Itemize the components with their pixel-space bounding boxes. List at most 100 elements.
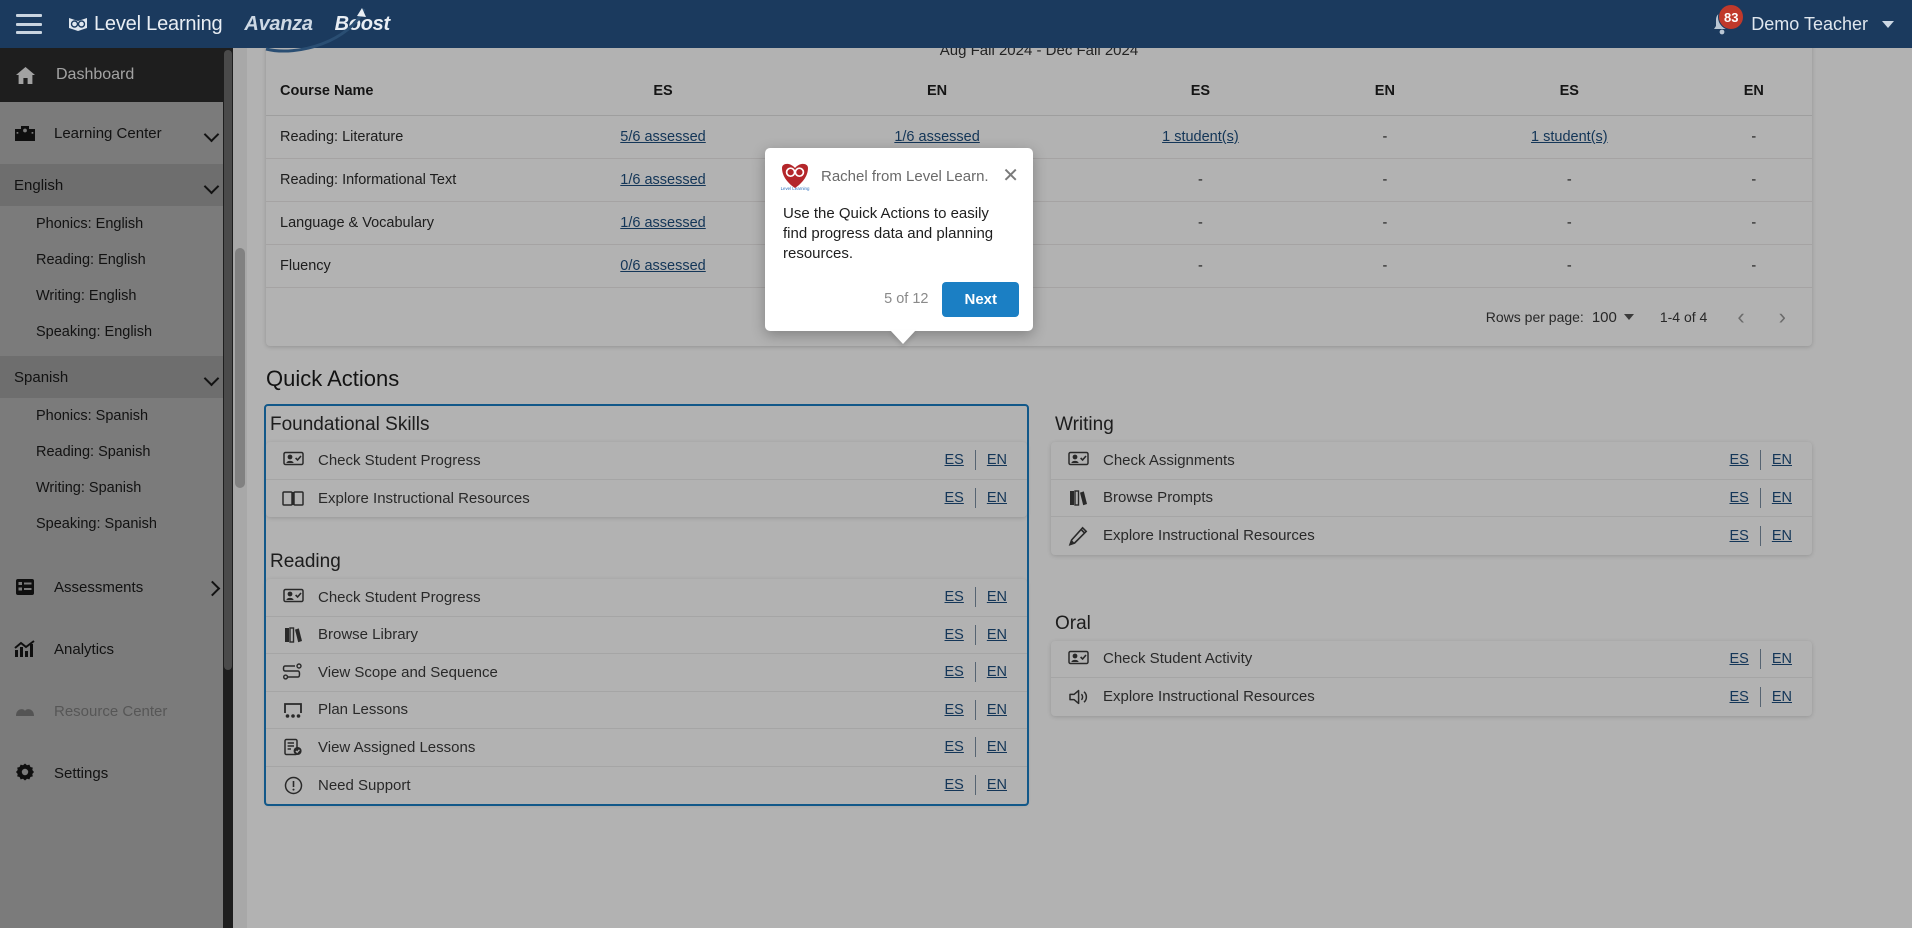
lang-link-en[interactable]: EN: [1772, 490, 1792, 506]
lang-link-es[interactable]: ES: [1730, 490, 1749, 506]
quick-action-row[interactable]: Check Student Activity ES EN: [1051, 641, 1812, 678]
language-links: ES EN: [1730, 525, 1792, 546]
quick-action-row[interactable]: Need Support ES EN: [266, 767, 1027, 805]
sidebar-group-english[interactable]: English: [0, 164, 233, 206]
column-header-es-2[interactable]: ES: [1074, 67, 1327, 116]
column-header-es-3[interactable]: ES: [1443, 67, 1696, 116]
lang-link-es[interactable]: ES: [945, 777, 964, 793]
quick-action-row[interactable]: Browse Prompts ES EN: [1051, 480, 1812, 517]
lang-link-es[interactable]: ES: [1730, 452, 1749, 468]
column-header-en-2[interactable]: EN: [1326, 67, 1444, 116]
lang-link-es[interactable]: ES: [1730, 528, 1749, 544]
quick-action-row[interactable]: Browse Library ES EN: [266, 617, 1027, 654]
hamburger-menu-icon[interactable]: [16, 14, 42, 34]
divider: [974, 450, 976, 471]
assessed-link[interactable]: 0/6 assessed: [620, 258, 705, 274]
sidebar-item-resource-center[interactable]: Resource Center: [0, 680, 233, 742]
assessed-link[interactable]: 5/6 assessed: [620, 129, 705, 145]
sidebar-scrollbar-thumb[interactable]: [224, 50, 232, 670]
sidebar-item-speaking-spanish[interactable]: Speaking: Spanish: [0, 506, 233, 542]
lang-link-es[interactable]: ES: [945, 627, 964, 643]
lang-link-es[interactable]: ES: [1730, 689, 1749, 705]
cell-value: -: [1074, 201, 1327, 245]
students-link[interactable]: 1 student(s): [1531, 129, 1608, 145]
sidebar-item-learning-center[interactable]: Learning Center: [0, 102, 233, 164]
rows-per-page-select[interactable]: 100: [1592, 309, 1634, 326]
quick-action-row[interactable]: View Scope and Sequence ES EN: [266, 654, 1027, 692]
lang-link-en[interactable]: EN: [987, 589, 1007, 605]
quick-action-row[interactable]: Check Assignments ES EN: [1051, 442, 1812, 480]
rows-per-page-control[interactable]: Rows per page: 100: [1486, 309, 1634, 326]
tour-next-button[interactable]: Next: [942, 281, 1019, 317]
students-link[interactable]: 1 student(s): [1162, 129, 1239, 145]
column-header-course-name[interactable]: Course Name: [266, 67, 526, 116]
sidebar-item-writing-spanish[interactable]: Writing: Spanish: [0, 470, 233, 506]
lang-link-en[interactable]: EN: [987, 627, 1007, 643]
column-header-es-1[interactable]: ES: [526, 67, 801, 116]
section-panel: Check Student Progress ES EN Explore Ins…: [266, 442, 1027, 517]
lang-link-en[interactable]: EN: [987, 777, 1007, 793]
lang-link-en[interactable]: EN: [987, 490, 1007, 506]
quick-action-row[interactable]: Check Student Progress ES EN: [266, 442, 1027, 480]
sidebar-label-assessments: Assessments: [54, 578, 144, 596]
cell-value: -: [1326, 244, 1444, 288]
sidebar-item-writing-english[interactable]: Writing: English: [0, 278, 233, 314]
language-links: ES EN: [945, 450, 1007, 471]
lang-link-es[interactable]: ES: [1730, 651, 1749, 667]
quick-action-row[interactable]: View Assigned Lessons ES EN: [266, 729, 1027, 767]
lang-link-en[interactable]: EN: [987, 739, 1007, 755]
column-header-en-1[interactable]: EN: [800, 67, 1075, 116]
sidebar-item-reading-spanish[interactable]: Reading: Spanish: [0, 434, 233, 470]
lang-link-en[interactable]: EN: [1772, 528, 1792, 544]
brand-logo[interactable]: Level Learning: [68, 13, 223, 36]
notifications-button[interactable]: 83: [1709, 4, 1745, 39]
previous-page-button[interactable]: ‹: [1733, 304, 1748, 330]
sidebar-item-settings[interactable]: Settings: [0, 742, 233, 804]
lang-link-en[interactable]: EN: [1772, 651, 1792, 667]
lang-link-en[interactable]: EN: [987, 452, 1007, 468]
assessed-link[interactable]: 1/6 assessed: [894, 129, 979, 145]
assessed-link[interactable]: 1/6 assessed: [620, 215, 705, 231]
lang-link-en[interactable]: EN: [1772, 689, 1792, 705]
quick-action-row[interactable]: Check Student Progress ES EN: [266, 579, 1027, 617]
quick-action-row[interactable]: Explore Instructional Resources ES EN: [1051, 678, 1812, 716]
lang-link-es[interactable]: ES: [945, 739, 964, 755]
lang-link-es[interactable]: ES: [945, 490, 964, 506]
column-header-en-3[interactable]: EN: [1695, 67, 1812, 116]
quick-action-row[interactable]: Explore Instructional Resources ES EN: [266, 480, 1027, 518]
lang-link-es[interactable]: ES: [945, 664, 964, 680]
close-icon[interactable]: ✕: [1000, 166, 1021, 186]
chevron-down-icon[interactable]: [206, 373, 219, 381]
lang-link-en[interactable]: EN: [1772, 452, 1792, 468]
lang-link-en[interactable]: EN: [987, 702, 1007, 718]
sidebar-scrollbar[interactable]: [223, 48, 233, 928]
sidebar-item-phonics-spanish[interactable]: Phonics: Spanish: [0, 398, 233, 434]
divider: [974, 587, 976, 608]
info-circle-icon: [280, 774, 306, 796]
quick-actions-left-column[interactable]: Foundational Skills Check Student Progre…: [264, 404, 1029, 806]
lang-link-es[interactable]: ES: [945, 589, 964, 605]
lang-link-en[interactable]: EN: [987, 664, 1007, 680]
sidebar-item-dashboard[interactable]: Dashboard: [0, 48, 233, 102]
chevron-down-icon[interactable]: [206, 129, 219, 137]
quick-action-row[interactable]: Plan Lessons ES EN: [266, 692, 1027, 729]
next-page-button[interactable]: ›: [1775, 304, 1790, 330]
tour-popover-message: Use the Quick Actions to easily find pro…: [783, 205, 994, 262]
chevron-down-icon[interactable]: [1882, 20, 1894, 28]
sidebar-item-analytics[interactable]: Analytics: [0, 618, 233, 680]
sidebar-group-spanish[interactable]: Spanish: [0, 356, 233, 398]
sidebar-item-reading-english[interactable]: Reading: English: [0, 242, 233, 278]
sidebar-item-assessments[interactable]: Assessments: [0, 556, 233, 618]
language-links: ES EN: [945, 775, 1007, 796]
chevron-right-icon[interactable]: [206, 583, 219, 591]
quick-action-row[interactable]: Explore Instructional Resources ES EN: [1051, 517, 1812, 555]
student-progress-icon: [1065, 449, 1091, 471]
chevron-down-icon[interactable]: [206, 181, 219, 189]
assessed-link[interactable]: 1/6 assessed: [620, 172, 705, 188]
sidebar-item-speaking-english[interactable]: Speaking: English: [0, 314, 233, 350]
sidebar-item-phonics-english[interactable]: Phonics: English: [0, 206, 233, 242]
lang-link-es[interactable]: ES: [945, 452, 964, 468]
content-scrollbar[interactable]: [233, 48, 247, 928]
lang-link-es[interactable]: ES: [945, 702, 964, 718]
content-scrollbar-thumb[interactable]: [235, 248, 245, 488]
